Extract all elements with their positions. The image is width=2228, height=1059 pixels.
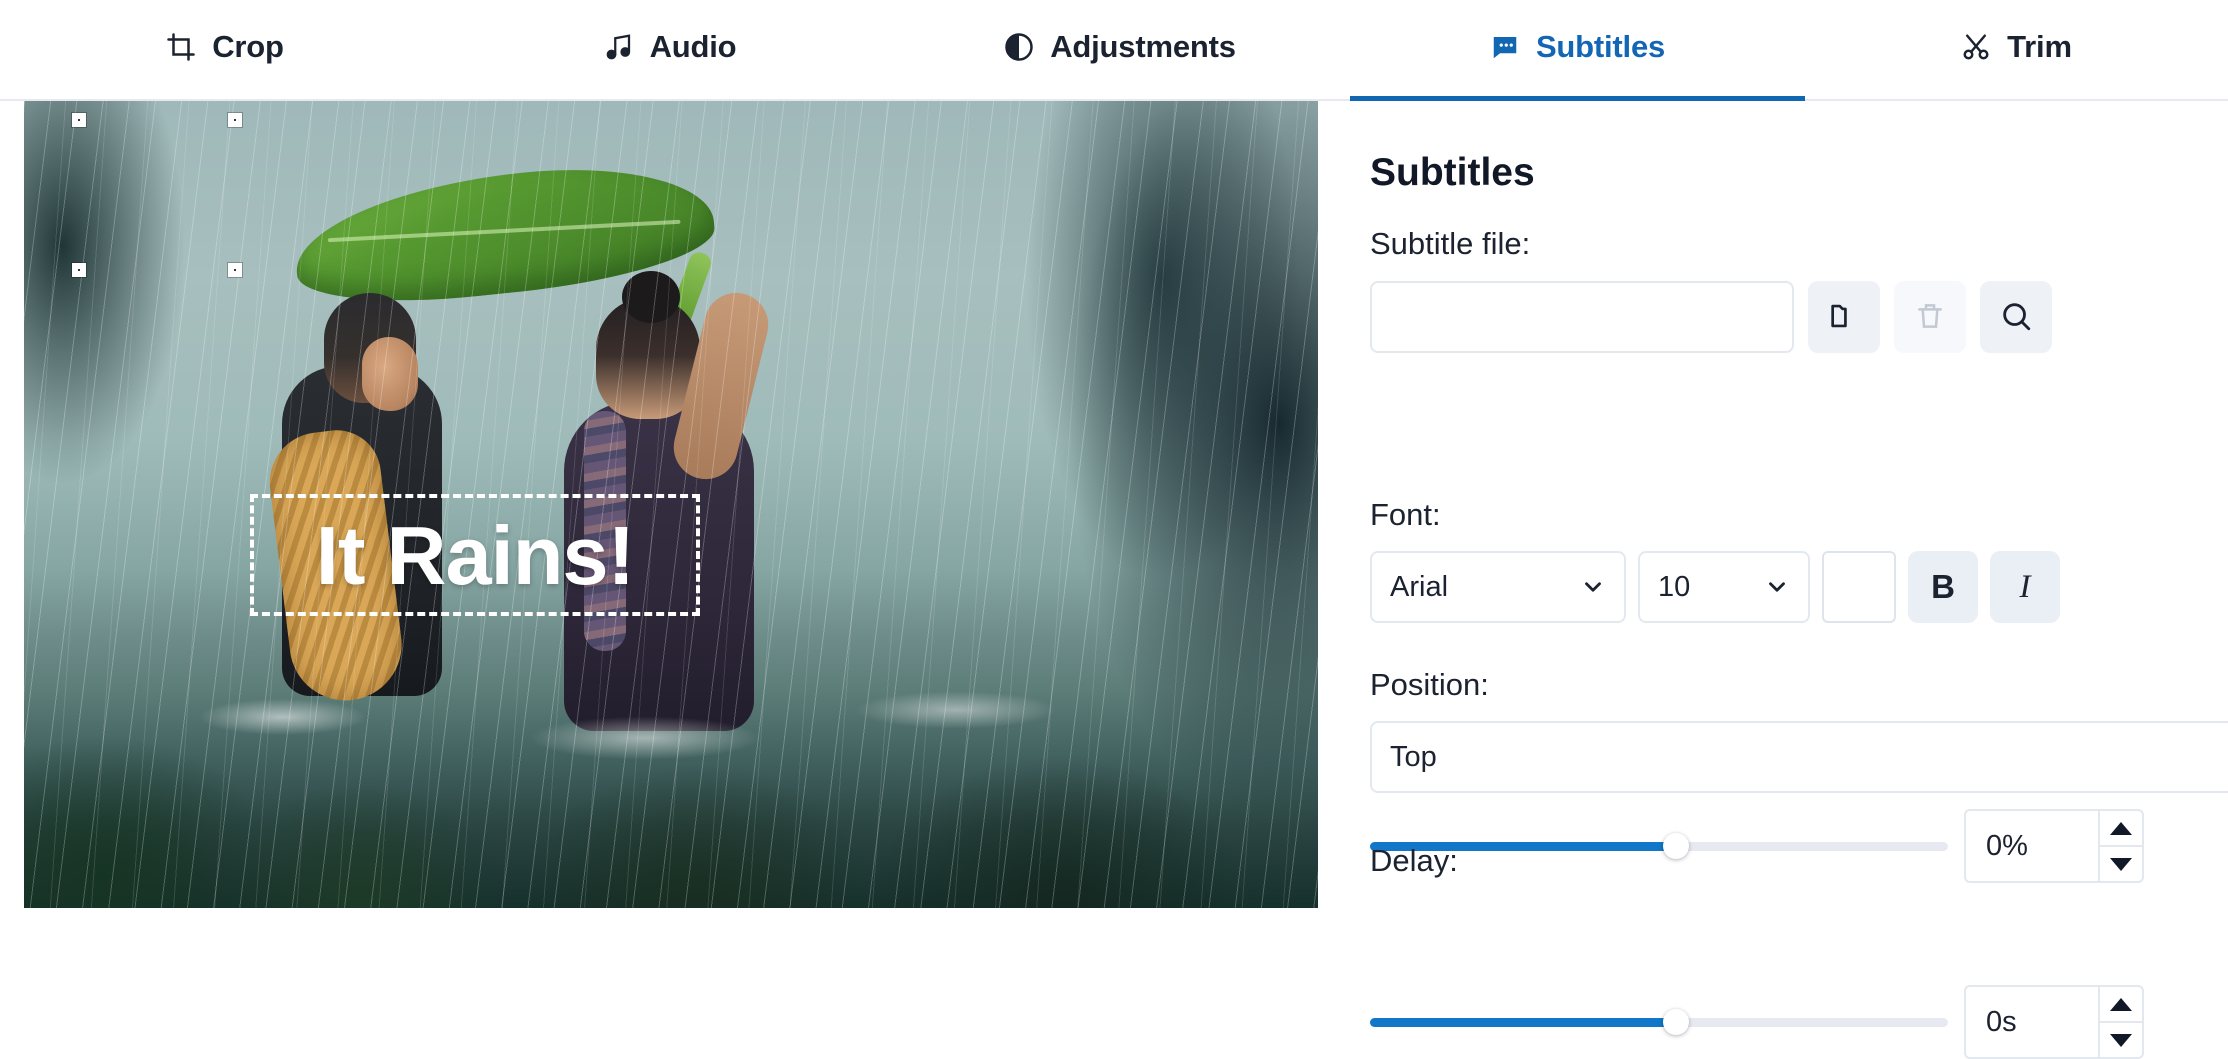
- subtitle-overlay-text: It Rains!: [315, 508, 635, 602]
- selection-handle-top-left[interactable]: [72, 113, 86, 127]
- delay-spinner-increment[interactable]: [2100, 987, 2142, 1023]
- tab-crop[interactable]: Crop: [0, 0, 450, 101]
- delay-spinner[interactable]: 0s: [1964, 985, 2144, 1059]
- subtitles-settings-panel: Subtitles Subtitle file: Font: Arial 10 …: [1348, 101, 2228, 1059]
- tab-trim-label: Trim: [2007, 28, 2072, 64]
- font-size-value: 10: [1658, 570, 1691, 603]
- position-spinner[interactable]: 0%: [1964, 809, 2144, 883]
- font-color-swatch[interactable]: [1822, 551, 1896, 623]
- delay-slider-row: 0s: [1370, 985, 2144, 1059]
- caret-up-icon: [2110, 997, 2132, 1011]
- subtitle-file-input[interactable]: [1370, 281, 1794, 353]
- crop-icon: [166, 32, 196, 62]
- tab-subtitles-label: Subtitles: [1535, 28, 1666, 64]
- position-slider-thumb[interactable]: [1663, 833, 1690, 859]
- position-label: Position:: [1370, 667, 1489, 702]
- speech-bubble-icon: [1490, 32, 1520, 62]
- selection-handle-bottom-left[interactable]: [72, 263, 86, 277]
- tab-adjustments[interactable]: Adjustments: [890, 0, 1350, 101]
- contrast-icon: [1004, 32, 1034, 62]
- tab-audio[interactable]: Audio: [450, 0, 890, 101]
- position-slider-row: 0%: [1370, 809, 2144, 883]
- caret-up-icon: [2110, 821, 2132, 835]
- tab-adjustments-label: Adjustments: [1050, 28, 1236, 64]
- tab-crop-label: Crop: [212, 28, 284, 64]
- font-family-select[interactable]: Arial: [1370, 551, 1626, 623]
- delete-file-button[interactable]: [1894, 281, 1966, 353]
- music-note-icon: [604, 32, 634, 62]
- search-file-button[interactable]: [1980, 281, 2052, 353]
- search-icon: [1999, 299, 2033, 336]
- caret-down-icon: [2110, 857, 2132, 871]
- font-label: Font:: [1370, 497, 1441, 532]
- subtitle-overlay-box[interactable]: It Rains!: [250, 494, 700, 616]
- position-select-row: Top: [1370, 721, 2228, 793]
- subtitle-file-label: Subtitle file:: [1370, 226, 1531, 261]
- font-row: Arial 10 B I: [1370, 551, 2060, 623]
- subtitle-file-row: [1370, 281, 2052, 353]
- delay-label: Delay:: [1370, 843, 1458, 878]
- delay-slider-fill: [1370, 1017, 1677, 1027]
- chevron-down-icon: [1580, 574, 1606, 600]
- trash-icon: [1914, 300, 1946, 335]
- font-family-value: Arial: [1390, 570, 1449, 603]
- delay-slider[interactable]: [1370, 1007, 1948, 1037]
- position-spinner-increment[interactable]: [2100, 811, 2142, 847]
- delay-spinner-arrows: [2098, 987, 2142, 1057]
- delay-spinner-value: 0s: [1986, 1005, 2017, 1038]
- caret-down-icon: [2110, 1033, 2132, 1047]
- position-select[interactable]: Top: [1370, 721, 2228, 793]
- delay-spinner-decrement[interactable]: [2100, 1023, 2142, 1057]
- editor-tab-bar: Crop Audio Adjustments Subtitles Trim: [0, 0, 2228, 101]
- open-file-button[interactable]: [1808, 281, 1880, 353]
- position-spinner-value: 0%: [1986, 829, 2028, 862]
- scissors-icon: [1961, 32, 1991, 62]
- water-splash: [24, 661, 1318, 801]
- position-value: Top: [1390, 740, 1437, 773]
- italic-button[interactable]: I: [1990, 551, 2060, 623]
- position-spinner-decrement[interactable]: [2100, 847, 2142, 881]
- tab-trim[interactable]: Trim: [1805, 0, 2228, 101]
- chevron-down-icon: [1764, 574, 1790, 600]
- video-preview[interactable]: It Rains!: [24, 101, 1318, 908]
- folder-icon: [1827, 299, 1861, 336]
- tab-audio-label: Audio: [649, 28, 737, 64]
- tab-subtitles[interactable]: Subtitles: [1350, 0, 1805, 101]
- selection-handle-top-right[interactable]: [228, 113, 242, 127]
- position-spinner-arrows: [2098, 811, 2142, 881]
- delay-slider-thumb[interactable]: [1663, 1009, 1690, 1035]
- selection-handle-bottom-right[interactable]: [228, 263, 242, 277]
- panel-title: Subtitles: [1370, 151, 1535, 194]
- bold-button[interactable]: B: [1908, 551, 1978, 623]
- font-size-select[interactable]: 10: [1638, 551, 1810, 623]
